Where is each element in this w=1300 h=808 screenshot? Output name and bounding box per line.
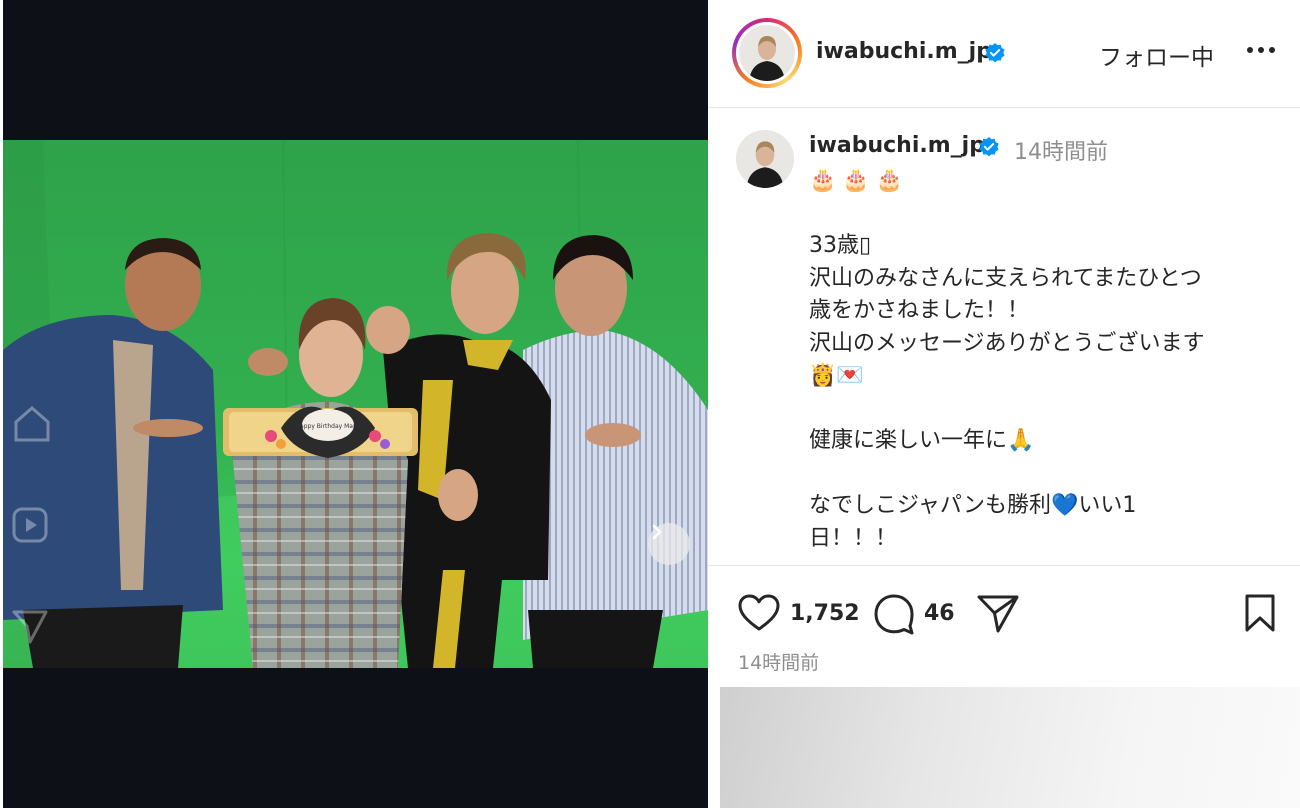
person-4 <box>523 235 708 668</box>
verified-badge-icon <box>985 43 1005 63</box>
heart-icon[interactable] <box>738 594 780 632</box>
caption-line: 👸💌 <box>809 363 864 389</box>
send-icon <box>12 610 48 644</box>
caption-line: 沢山のメッセージありがとうございます <box>809 330 1205 356</box>
caption-line: 健康に楽しい一年に🙏 <box>809 428 1035 454</box>
next-post-preview[interactable] <box>720 687 1300 808</box>
post-actions: 1,752 46 14時間前 <box>708 565 1300 685</box>
following-button[interactable]: フォロー中 <box>1099 38 1214 72</box>
caption-line: なでしこジャパンも勝利💙いい1 <box>809 493 1137 519</box>
comment-count[interactable]: 46 <box>924 601 955 626</box>
bookmark-icon[interactable] <box>1243 593 1277 633</box>
caption-line: 歳をかさねました！！ <box>809 298 1030 324</box>
reels-icon <box>12 507 48 543</box>
post-sidebar: iwabuchi.m_jp フォロー中 iwabuchi.m_jp 14時間前 … <box>708 0 1300 808</box>
like-count[interactable]: 1,752 <box>790 601 860 626</box>
more-horizontal-icon[interactable] <box>1246 45 1276 55</box>
share-icon[interactable] <box>976 594 1020 634</box>
caption-username[interactable]: iwabuchi.m_jp <box>809 133 985 158</box>
caption-line: 沢山のみなさんに支えられてまたひとつ <box>809 265 1202 291</box>
comment-icon[interactable] <box>873 593 915 635</box>
caption-line <box>809 393 1279 426</box>
cake-emoji: 🎂 <box>842 168 870 193</box>
chevron-right-icon <box>652 524 662 540</box>
post-header: iwabuchi.m_jp フォロー中 <box>708 0 1300 108</box>
caption-avatar[interactable] <box>736 130 794 188</box>
post-caption: 🎂 🎂 🎂 33歳▯ 沢山のみなさんに支えられてまたひとつ 歳をかさねました！！… <box>809 165 1279 555</box>
caption-line <box>809 458 1279 491</box>
caption-line <box>809 198 1279 231</box>
cake-emoji: 🎂 <box>809 168 837 193</box>
cake-emoji: 🎂 <box>875 168 904 193</box>
cake: Happy Birthday Mana <box>223 406 418 458</box>
caption-emoji-line: 🎂 🎂 🎂 <box>809 165 1279 198</box>
home-icon <box>14 406 50 442</box>
caption-line: 日！！！ <box>809 525 898 551</box>
caption-line: 33歳▯ <box>809 233 872 259</box>
post-timestamp: 14時間前 <box>738 652 820 674</box>
post-photo[interactable]: Happy Birthday Mana <box>3 140 708 668</box>
photo-illustration: Happy Birthday Mana <box>3 140 708 668</box>
verified-badge-icon <box>979 137 999 157</box>
post-media: Happy Birthday Mana <box>0 0 708 808</box>
carousel-next-button[interactable] <box>648 523 690 565</box>
caption-timestamp: 14時間前 <box>1014 140 1108 165</box>
header-username[interactable]: iwabuchi.m_jp <box>816 39 992 64</box>
avatar[interactable] <box>739 25 795 81</box>
cake-label: Happy Birthday Mana <box>296 423 361 430</box>
